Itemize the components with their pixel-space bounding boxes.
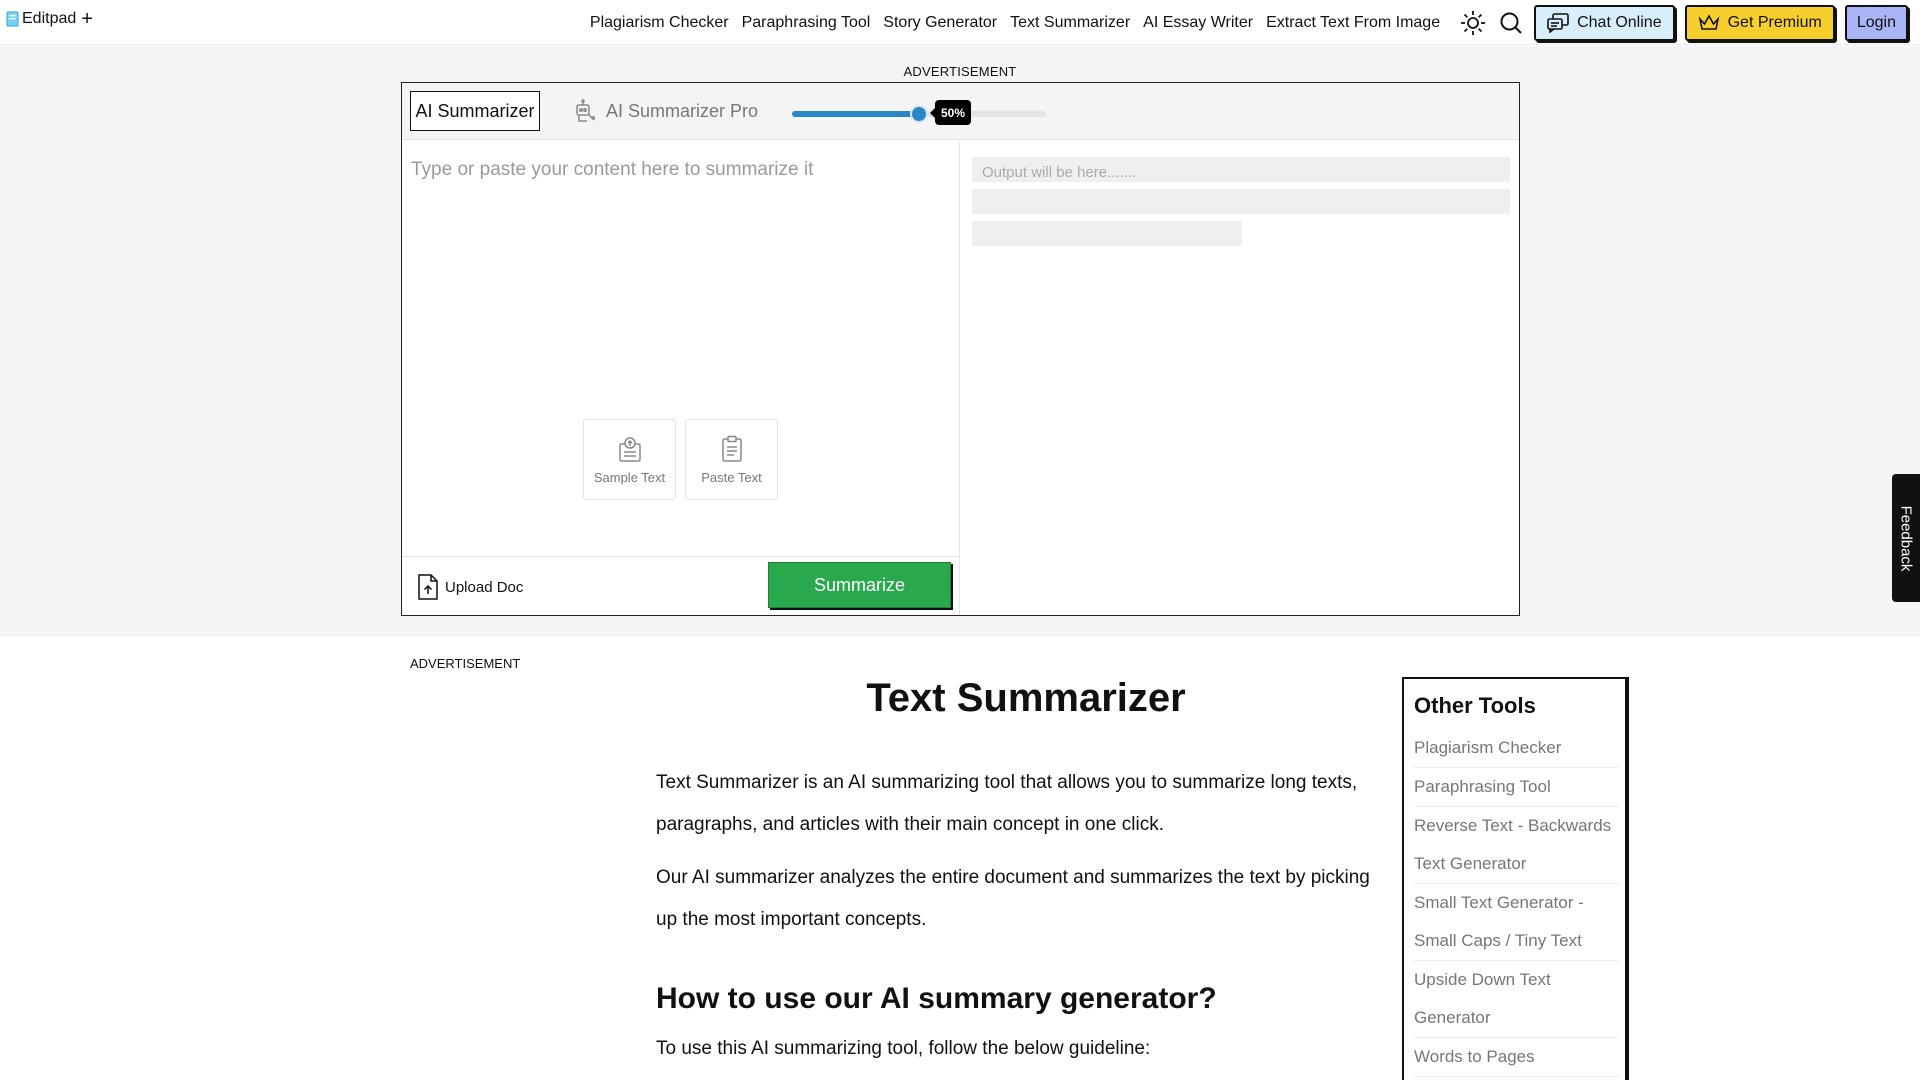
page-title: Text Summarizer (866, 676, 1186, 720)
other-tools-list: Plagiarism Checker Paraphrasing Tool Rev… (1414, 729, 1619, 1077)
input-pane: Sample Text Paste Text Upload Doc Summar… (402, 141, 960, 615)
output-skeleton-line (972, 221, 1242, 246)
logo-text: Editpad (22, 10, 77, 27)
sample-text-label: Sample Text (593, 469, 666, 485)
main-nav: Plagiarism Checker Paraphrasing Tool Sto… (577, 0, 1920, 45)
how-to-heading: How to use our AI summary generator? (656, 982, 1217, 1015)
summarize-button[interactable]: Summarize (768, 562, 951, 608)
input-footer: Upload Doc Summarize (402, 556, 959, 615)
nav-text-summarizer[interactable]: Text Summarizer (1010, 14, 1130, 32)
summarizer-tool: AI Summarizer AI Summarizer Pro 50% Type… (401, 82, 1520, 616)
upload-doc-label: Upload Doc (445, 578, 524, 596)
upload-file-icon (418, 574, 438, 600)
other-tool-link[interactable]: Upside Down Text Generator (1414, 961, 1619, 1038)
tool-toolbar: AI Summarizer AI Summarizer Pro 50% (402, 83, 1519, 140)
other-tool-link[interactable]: Paraphrasing Tool (1414, 768, 1619, 807)
get-premium-label: Get Premium (1727, 13, 1822, 31)
logo-plus: + (81, 8, 93, 30)
nav-story-generator[interactable]: Story Generator (883, 14, 997, 32)
sample-text-button[interactable]: Sample Text (583, 419, 676, 500)
upload-doc-button[interactable]: Upload Doc (417, 573, 523, 601)
other-tool-link[interactable]: Small Text Generator - Small Caps / Tiny… (1414, 884, 1619, 961)
output-skeleton-line (972, 189, 1510, 214)
clipboard-icon (721, 435, 742, 462)
advertisement-label-side: ADVERTISEMENT (410, 656, 521, 671)
slider-value-tooltip: 50% (929, 100, 972, 125)
feedback-label: Feedback (1897, 505, 1915, 571)
other-tool-link[interactable]: Plagiarism Checker (1414, 729, 1619, 768)
paste-text-label: Paste Text (701, 469, 762, 485)
other-tools-title: Other Tools (1414, 693, 1536, 718)
other-tool-link[interactable]: Reverse Text - Backwards Text Generator (1414, 807, 1619, 884)
chat-bubble-icon (1547, 12, 1569, 33)
slider-fill (792, 111, 919, 117)
output-placeholder: Output will be here....... (982, 164, 1137, 181)
sample-text-icon (618, 436, 641, 462)
search-icon[interactable] (1498, 10, 1524, 36)
crown-icon (1698, 13, 1719, 30)
theme-toggle-sun-icon[interactable] (1460, 10, 1486, 36)
other-tool-link[interactable]: Words to Pages (1414, 1038, 1619, 1077)
output-pane: Output will be here....... (961, 141, 1519, 615)
logo[interactable]: Editpad + (6, 8, 93, 30)
editpad-logo-icon (6, 11, 19, 26)
top-header: Editpad + Plagiarism Checker Paraphrasin… (0, 0, 1920, 45)
guideline-text: To use this AI summarizing tool, follow … (656, 1038, 1151, 1059)
login-button[interactable]: Login (1844, 4, 1908, 41)
nav-ai-essay-writer[interactable]: AI Essay Writer (1143, 14, 1253, 32)
tab-ai-summarizer[interactable]: AI Summarizer (410, 91, 540, 131)
nav-extract-text-from-image[interactable]: Extract Text From Image (1266, 14, 1440, 32)
advertisement-label-top: ADVERTISEMENT (903, 64, 1017, 79)
feedback-tab[interactable]: Feedback (1892, 474, 1920, 602)
login-label: Login (1856, 13, 1896, 31)
get-premium-button[interactable]: Get Premium (1684, 4, 1835, 41)
intro-paragraph: Text Summarizer is an AI summarizing too… (656, 772, 1358, 835)
nav-plagiarism-checker[interactable]: Plagiarism Checker (590, 14, 729, 32)
summary-length-slider[interactable]: 50% (792, 100, 1046, 125)
pro-robot-icon (576, 99, 595, 122)
description-paragraph: Our AI summarizer analyzes the entire do… (656, 867, 1370, 930)
chat-online-button[interactable]: Chat Online (1534, 4, 1675, 41)
content-input[interactable] (411, 155, 951, 185)
nav-paraphrasing-tool[interactable]: Paraphrasing Tool (742, 14, 871, 32)
slider-thumb[interactable] (910, 105, 928, 123)
other-tools-panel: Other Tools Plagiarism Checker Paraphras… (1402, 677, 1627, 1080)
tab-ai-summarizer-pro[interactable]: AI Summarizer Pro (574, 91, 758, 131)
chat-online-label: Chat Online (1577, 13, 1662, 31)
paste-text-button[interactable]: Paste Text (685, 419, 778, 500)
tab-ai-summarizer-pro-label: AI Summarizer Pro (606, 100, 759, 121)
